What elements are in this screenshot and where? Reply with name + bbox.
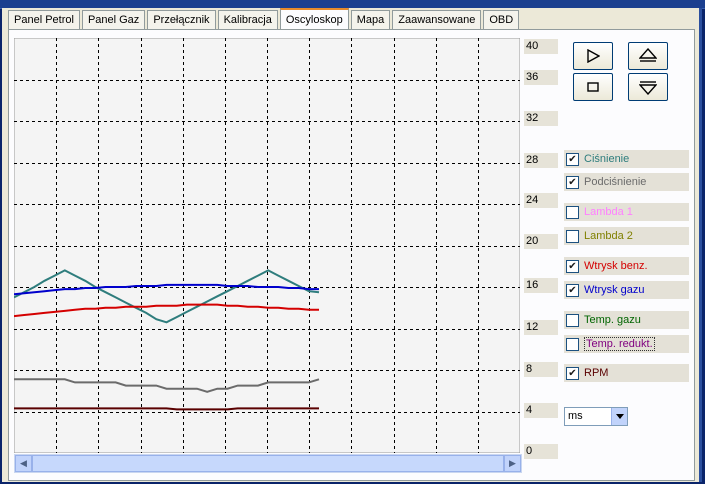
channel-toggle[interactable]: ✔ Wtrysk gazu — [564, 281, 689, 299]
y-axis-label: 24 — [524, 193, 558, 208]
channel-label: Wtrysk benz. — [584, 260, 648, 272]
checkbox[interactable]: ✔ — [566, 152, 579, 166]
channel-toggle[interactable]: ✔ Wtrysk benz. — [564, 257, 689, 275]
horizontal-scrollbar[interactable]: ◀ ▶ — [14, 454, 522, 473]
play-button[interactable] — [573, 42, 613, 70]
channel-label: Wtrysk gazu — [584, 284, 645, 296]
stop-icon — [587, 82, 599, 92]
oscilloscope-chart — [14, 38, 520, 453]
y-axis-label: 20 — [524, 234, 558, 249]
channel-toggle[interactable]: ✔ Ciśnienie — [564, 150, 689, 168]
checkbox[interactable]: ✔ — [566, 259, 579, 273]
checkbox[interactable]: ✔ — [566, 366, 579, 380]
channel-toggle[interactable]: ✔ RPM — [564, 364, 689, 382]
scroll-left-button[interactable]: ◀ — [15, 455, 32, 472]
tab-kalibracja[interactable]: Kalibracja — [217, 10, 278, 29]
scale-up-button[interactable] — [628, 42, 668, 70]
checkbox[interactable]: ✔ — [566, 283, 579, 297]
unit-select-value: ms — [568, 410, 583, 422]
channel-label: Lambda 2 — [584, 230, 633, 242]
dropdown-arrow-icon[interactable] — [611, 408, 627, 425]
tab-obd[interactable]: OBD — [483, 10, 520, 29]
tab-zaawansowane[interactable]: Zaawansowane — [392, 10, 482, 29]
channel-toggle[interactable]: Lambda 2 — [564, 227, 689, 245]
checkbox[interactable]: ✔ — [566, 175, 579, 189]
checkbox[interactable] — [566, 205, 579, 219]
scale-down-icon — [639, 81, 657, 95]
channel-label: RPM — [584, 367, 609, 379]
oscilloscope-panel: ◀ ▶ 40 36 32 28 24 20 16 12 8 4 0 ✔ Ciśnienie ✔ Podci… — [8, 29, 695, 481]
y-axis-label: 0 — [524, 444, 558, 459]
y-axis-label: 8 — [524, 362, 558, 377]
checkbox[interactable] — [566, 337, 579, 351]
unit-select[interactable]: ms — [564, 407, 628, 426]
channel-label: Podciśnienie — [584, 176, 647, 188]
tab-prze-cznik[interactable]: Przełącznik — [147, 10, 216, 29]
scale-up-icon — [639, 48, 657, 62]
channel-toggle[interactable]: ✔ Podciśnienie — [564, 173, 689, 191]
tab-oscyloskop[interactable]: Oscyloskop — [279, 8, 349, 30]
y-axis-label: 16 — [524, 278, 558, 293]
tab-panel-gaz[interactable]: Panel Gaz — [81, 10, 146, 29]
app-frame: Panel Petrol Panel Gaz Przełącznik Kalibrac… — [2, 8, 702, 482]
series-line — [14, 407, 319, 411]
channel-label: Lambda 1 — [584, 206, 633, 218]
oscilloscope-plot — [14, 38, 520, 453]
y-axis-label: 12 — [524, 320, 558, 335]
scroll-right-button[interactable]: ▶ — [504, 455, 521, 472]
channel-label: Temp. redukt. — [584, 337, 655, 351]
y-axis-label: 36 — [524, 70, 558, 85]
channel-toggle[interactable]: Lambda 1 — [564, 203, 689, 221]
channel-toggle[interactable]: Temp. gazu — [564, 311, 689, 329]
checkbox[interactable] — [566, 313, 579, 327]
stop-button[interactable] — [573, 73, 613, 101]
tab-strip: Panel Petrol Panel Gaz Przełącznik Kalibrac… — [8, 8, 521, 30]
checkbox[interactable] — [566, 229, 579, 243]
y-axis-label: 4 — [524, 403, 558, 418]
channel-label: Temp. gazu — [584, 314, 641, 326]
scroll-thumb[interactable] — [32, 455, 504, 472]
scale-down-button[interactable] — [628, 73, 668, 101]
play-icon — [587, 49, 600, 63]
channel-toggle[interactable]: Temp. redukt. — [564, 335, 689, 353]
y-axis-label: 32 — [524, 111, 558, 126]
tab-mapa[interactable]: Mapa — [350, 10, 391, 29]
tab-panel-petrol[interactable]: Panel Petrol — [8, 10, 80, 29]
y-axis-label: 28 — [524, 153, 558, 168]
channel-label: Ciśnienie — [584, 153, 630, 165]
y-axis-label: 40 — [524, 39, 558, 54]
